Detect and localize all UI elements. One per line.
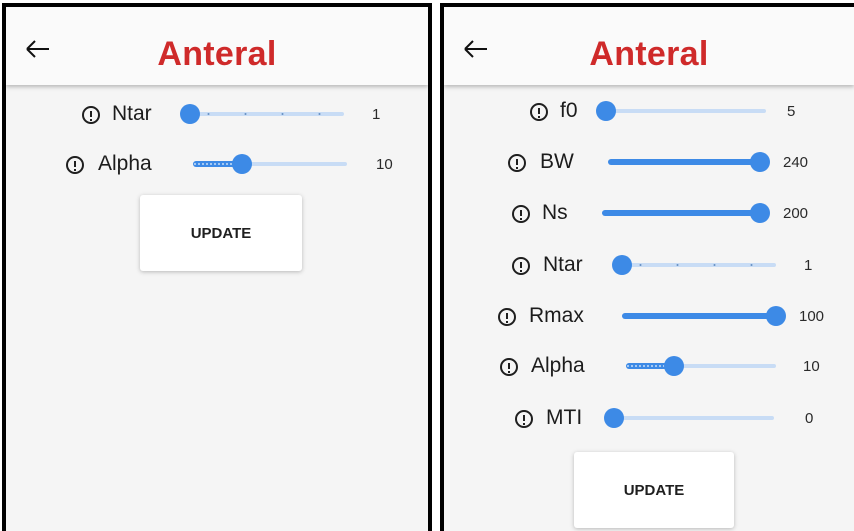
param-row-ntar: Ntar 1 xyxy=(6,99,428,129)
app-title: Anteral xyxy=(157,35,277,73)
slider-step-marks xyxy=(622,264,776,266)
info-icon[interactable] xyxy=(498,308,516,326)
app-bar: Anteral xyxy=(6,7,428,85)
info-icon[interactable] xyxy=(508,154,526,172)
param-slider-alpha[interactable] xyxy=(626,353,776,379)
slider-thumb[interactable] xyxy=(180,104,200,124)
param-value: 5 xyxy=(787,103,796,120)
update-button[interactable]: UPDATE xyxy=(140,195,302,271)
param-label: f0 xyxy=(560,99,578,122)
slider-thumb[interactable] xyxy=(750,152,770,172)
param-row-bw: BW 240 xyxy=(444,147,854,177)
info-icon[interactable] xyxy=(515,410,533,428)
param-value: 10 xyxy=(376,156,393,173)
app-bar: Anteral xyxy=(444,7,854,85)
param-label: Ntar xyxy=(543,253,583,276)
param-row-rmax: Rmax 100 xyxy=(444,301,854,331)
app-title: Anteral xyxy=(589,35,709,73)
slider-step-marks xyxy=(190,113,344,115)
param-label: Ntar xyxy=(112,102,152,125)
param-label: Alpha xyxy=(531,354,585,377)
right-phone-screen: Anteral f0 5 BW 240 Ns 200 Ntar 1 Rmax 1… xyxy=(440,3,854,531)
left-phone-screen: Anteral Ntar 1 Alpha 10 UPDATE xyxy=(2,3,432,531)
param-label: MTI xyxy=(546,406,583,429)
slider-thumb[interactable] xyxy=(612,255,632,275)
update-button[interactable]: UPDATE xyxy=(574,452,734,528)
param-value: 240 xyxy=(783,154,809,171)
param-slider-mti[interactable] xyxy=(604,405,774,431)
param-value: 1 xyxy=(372,106,381,123)
param-slider-ntar[interactable] xyxy=(612,252,776,278)
slider-thumb[interactable] xyxy=(604,408,624,428)
param-row-mti: MTI 0 xyxy=(444,403,854,433)
param-label: Rmax xyxy=(529,304,584,327)
param-label: BW xyxy=(540,150,574,173)
slider-thumb[interactable] xyxy=(232,154,252,174)
slider-thumb[interactable] xyxy=(766,306,786,326)
slider-thumb[interactable] xyxy=(664,356,684,376)
param-row-alpha: Alpha 10 xyxy=(444,351,854,381)
param-row-alpha: Alpha 10 xyxy=(6,149,428,179)
param-row-ntar: Ntar 1 xyxy=(444,250,854,280)
info-icon[interactable] xyxy=(66,156,84,174)
info-icon[interactable] xyxy=(82,106,100,124)
slider-thumb[interactable] xyxy=(750,203,770,223)
param-slider-alpha[interactable] xyxy=(193,151,347,177)
param-value: 200 xyxy=(783,205,809,222)
param-value: 0 xyxy=(805,410,814,427)
param-value: 10 xyxy=(803,358,820,375)
param-value: 100 xyxy=(799,308,825,325)
param-row-f0: f0 5 xyxy=(444,96,854,126)
slider-rail xyxy=(614,416,774,420)
param-value: 1 xyxy=(804,257,813,274)
info-icon[interactable] xyxy=(512,257,530,275)
param-slider-bw[interactable] xyxy=(608,149,770,175)
param-slider-f0[interactable] xyxy=(596,98,766,124)
slider-rail xyxy=(606,109,766,113)
slider-fill xyxy=(608,159,760,165)
param-label: Alpha xyxy=(98,152,152,175)
info-icon[interactable] xyxy=(512,205,530,223)
slider-fill xyxy=(602,210,760,216)
param-slider-ns[interactable] xyxy=(602,200,770,226)
param-row-ns: Ns 200 xyxy=(444,198,854,228)
info-icon[interactable] xyxy=(530,103,548,121)
param-slider-rmax[interactable] xyxy=(622,303,786,329)
slider-fill xyxy=(622,313,776,319)
param-label: Ns xyxy=(542,201,568,224)
info-icon[interactable] xyxy=(500,358,518,376)
param-slider-ntar[interactable] xyxy=(180,101,344,127)
slider-thumb[interactable] xyxy=(596,101,616,121)
